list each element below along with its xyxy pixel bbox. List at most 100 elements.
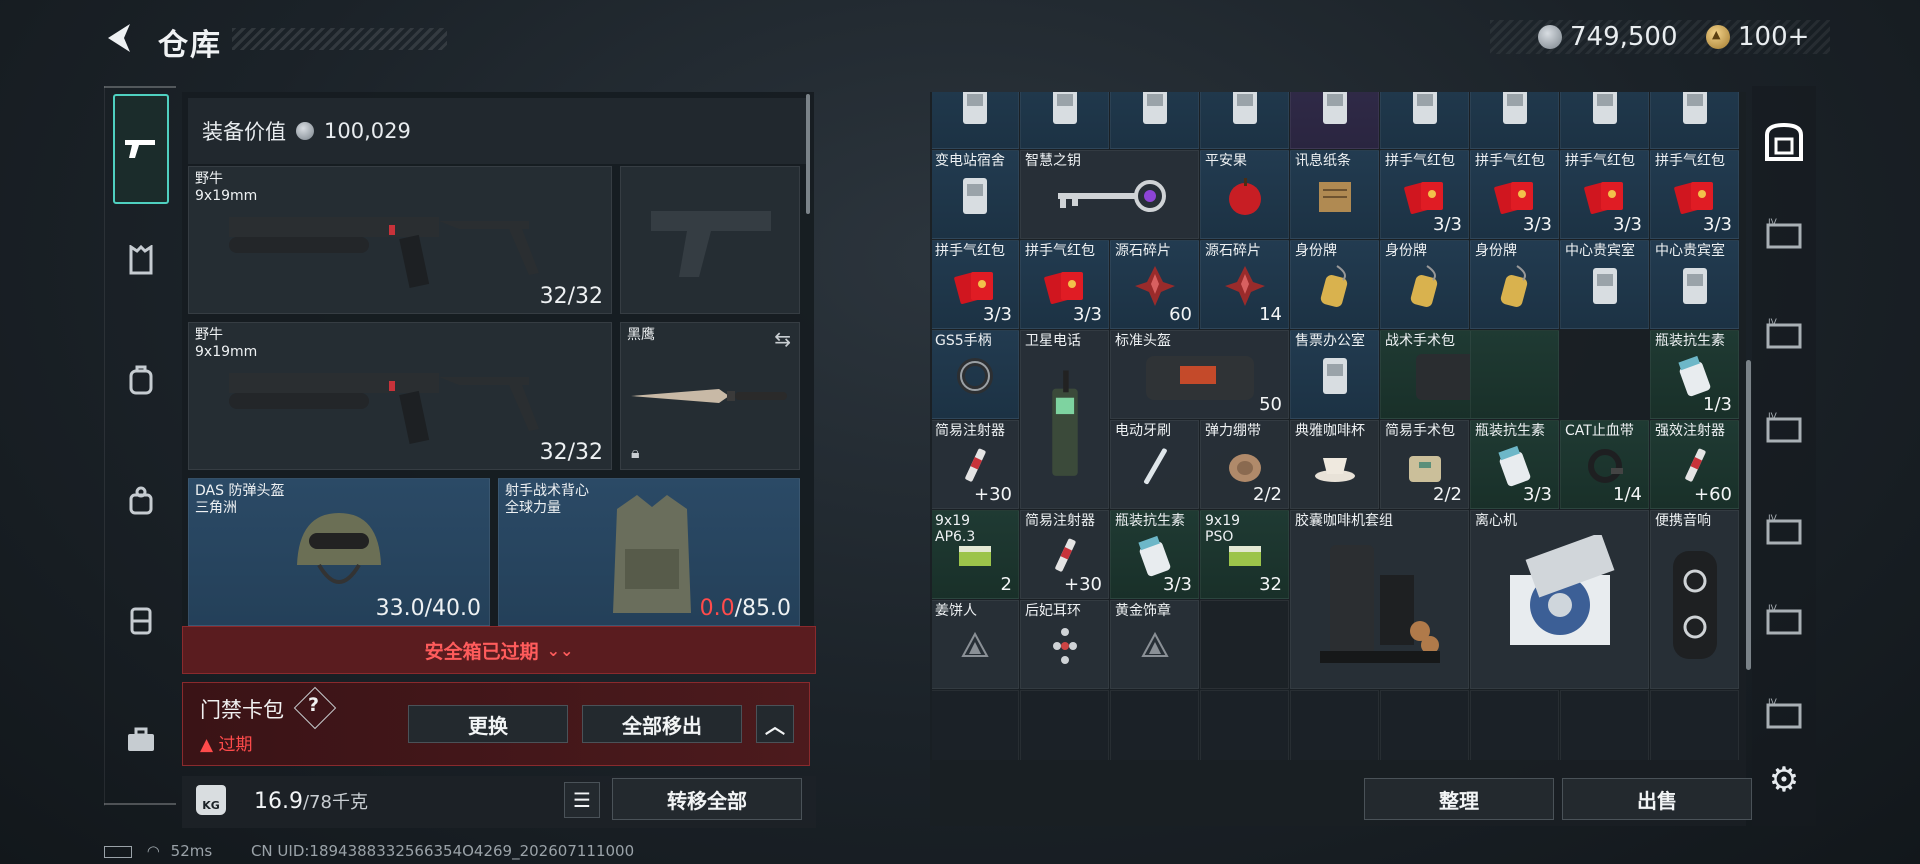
backpack-tab[interactable] xyxy=(113,352,169,408)
container-box-tab[interactable]: IV xyxy=(1760,596,1808,644)
inventory-cell[interactable]: 中心贵宾室 xyxy=(1560,240,1649,329)
empty-cell[interactable] xyxy=(1470,690,1559,760)
inventory-cell[interactable]: 简易手术包 2/2 xyxy=(1380,420,1469,509)
inventory-cell[interactable]: 9x19 AP6.3 2 xyxy=(932,510,1019,599)
inventory-cell[interactable]: 源石碎片 14 xyxy=(1200,240,1289,329)
melee-slot[interactable]: 黑鹰 ⇆ 🔒︎ xyxy=(620,322,800,470)
empty-cell[interactable] xyxy=(1020,690,1109,760)
sell-button[interactable]: 出售 xyxy=(1562,778,1752,820)
inventory-cell[interactable]: CAT止血带 1/4 xyxy=(1560,420,1649,509)
armor-tab[interactable] xyxy=(113,232,169,288)
inventory-cell[interactable]: 后妃耳环 xyxy=(1020,600,1109,689)
inventory-cell[interactable] xyxy=(1470,92,1559,149)
silver-currency: 749,500 xyxy=(1538,22,1678,52)
item-label: 后妃耳环 xyxy=(1025,603,1081,619)
helmet-slot[interactable]: DAS 防弹头盔 三角洲 33.0/40.0 xyxy=(188,478,490,626)
empty-cell[interactable] xyxy=(1380,690,1469,760)
inventory-cell[interactable]: 黄金饰章 xyxy=(1110,600,1199,689)
secondary-weapon-slot[interactable]: 野牛 9x19mm 32/32 xyxy=(188,322,612,470)
item-count: 32 xyxy=(1259,574,1282,595)
inventory-cell[interactable]: 拼手气红包 3/3 xyxy=(1560,150,1649,239)
inventory-cell[interactable] xyxy=(1380,92,1469,149)
inventory-cell[interactable] xyxy=(1470,330,1559,419)
inventory-cell[interactable]: 平安果 xyxy=(1200,150,1289,239)
move-all-out-button[interactable]: 全部移出 xyxy=(582,705,742,743)
replace-button[interactable]: 更换 xyxy=(408,705,568,743)
inventory-cell[interactable]: 拼手气红包 3/3 xyxy=(932,240,1019,329)
primary-weapon-slot[interactable]: 野牛 9x19mm 32/32 xyxy=(188,166,612,314)
inventory-cell[interactable]: 瓶装抗生素 3/3 xyxy=(1110,510,1199,599)
equipment-scrollbar[interactable] xyxy=(806,94,810,214)
inventory-cell[interactable]: 身份牌 xyxy=(1470,240,1559,329)
inventory-cell[interactable]: 简易注射器 +30 xyxy=(1020,510,1109,599)
inventory-cell[interactable]: 姜饼人 xyxy=(932,600,1019,689)
bag-tab[interactable] xyxy=(113,472,169,528)
inventory-cell[interactable]: 胶囊咖啡机套组 xyxy=(1290,510,1469,689)
container-box-tab[interactable]: IV xyxy=(1760,506,1808,554)
inventory-cell[interactable] xyxy=(1560,92,1649,149)
sidearm-slot[interactable] xyxy=(620,166,800,314)
inventory-cell[interactable]: 售票办公室 xyxy=(1290,330,1379,419)
empty-cell[interactable] xyxy=(1290,690,1379,760)
inventory-cell[interactable] xyxy=(1650,92,1739,149)
inventory-cell[interactable]: 拼手气红包 3/3 xyxy=(1380,150,1469,239)
inventory-cell[interactable] xyxy=(932,92,1019,149)
inventory-cell[interactable]: 离心机 xyxy=(1470,510,1649,689)
inventory-cell[interactable]: 拼手气红包 3/3 xyxy=(1020,240,1109,329)
vest-slot[interactable]: 射手战术背心 全球力量 0.0/85.0 xyxy=(498,478,800,626)
gold-currency[interactable]: 100+ xyxy=(1706,22,1809,52)
inventory-cell[interactable] xyxy=(1020,92,1109,149)
inventory-cell[interactable]: 中心贵宾室 xyxy=(1650,240,1739,329)
dog-tag-icon xyxy=(1403,264,1447,312)
empty-cell[interactable] xyxy=(1650,690,1739,760)
weapon-tab[interactable] xyxy=(113,94,169,204)
settings-gear-icon[interactable]: ⚙ xyxy=(1766,762,1802,798)
inventory-cell[interactable] xyxy=(1110,92,1199,149)
inventory-cell[interactable]: 便携音响 xyxy=(1650,510,1739,689)
inventory-cell[interactable]: 电动牙刷 xyxy=(1110,420,1199,509)
empty-cell[interactable] xyxy=(1200,690,1289,760)
safe-box-expired-bar[interactable]: 安全箱已过期 ⌄⌄ xyxy=(182,626,816,674)
inventory-cell[interactable]: 智慧之钥 xyxy=(1020,150,1199,239)
toolbox-tab[interactable] xyxy=(113,712,169,768)
inventory-cell[interactable]: 强效注射器 +60 xyxy=(1650,420,1739,509)
sort-button[interactable]: 整理 xyxy=(1364,778,1554,820)
transfer-all-button[interactable]: 转移全部 xyxy=(612,778,802,820)
inventory-cell[interactable]: 讯息纸条 xyxy=(1290,150,1379,239)
inventory-cell[interactable]: 身份牌 xyxy=(1380,240,1469,329)
inventory-cell[interactable]: 简易注射器 +30 xyxy=(932,420,1019,509)
collapse-button[interactable]: ︿ xyxy=(756,705,794,743)
inventory-cell[interactable]: 身份牌 xyxy=(1290,240,1379,329)
container-box-tab[interactable]: IV xyxy=(1760,210,1808,258)
empty-cell[interactable] xyxy=(1200,600,1289,689)
inventory-cell[interactable]: 卫星电话 xyxy=(1020,330,1109,509)
inventory-cell[interactable]: 瓶装抗生素 3/3 xyxy=(1470,420,1559,509)
inventory-cell[interactable]: 弹力绷带 2/2 xyxy=(1200,420,1289,509)
container-box-tab[interactable]: IV xyxy=(1760,690,1808,738)
inventory-cell[interactable]: 拼手气红包 3/3 xyxy=(1650,150,1739,239)
inventory-cell[interactable]: 拼手气红包 3/3 xyxy=(1470,150,1559,239)
list-view-button[interactable]: ☰ xyxy=(564,782,600,818)
inventory-cell[interactable]: GS5手柄 xyxy=(932,330,1019,419)
help-icon[interactable]: ? xyxy=(308,694,319,716)
inventory-cell[interactable] xyxy=(1290,92,1379,149)
container-box-tab[interactable]: IV xyxy=(1760,310,1808,358)
inventory-cell[interactable]: 9x19 PSO 32 xyxy=(1200,510,1289,599)
empty-cell[interactable] xyxy=(1560,690,1649,760)
ammo-count: 32/32 xyxy=(539,440,603,465)
apple-icon xyxy=(1223,174,1267,222)
inventory-cell[interactable]: 标准头盔 50 xyxy=(1110,330,1289,419)
empty-cell[interactable] xyxy=(932,690,1019,760)
stash-tab[interactable] xyxy=(1760,118,1808,166)
swap-icon[interactable]: ⇆ xyxy=(774,327,791,351)
back-icon[interactable] xyxy=(100,18,140,58)
locker-tab[interactable] xyxy=(113,592,169,648)
inventory-cell[interactable] xyxy=(1200,92,1289,149)
empty-cell[interactable] xyxy=(1110,690,1199,760)
inventory-cell[interactable]: 典雅咖啡杯 xyxy=(1290,420,1379,509)
inventory-cell[interactable]: 瓶装抗生素 1/3 xyxy=(1650,330,1739,419)
inventory-cell[interactable]: 变电站宿舍 xyxy=(932,150,1019,239)
inventory-scrollbar[interactable] xyxy=(1746,360,1751,670)
container-box-tab[interactable]: IV xyxy=(1760,404,1808,452)
inventory-cell[interactable]: 源石碎片 60 xyxy=(1110,240,1199,329)
